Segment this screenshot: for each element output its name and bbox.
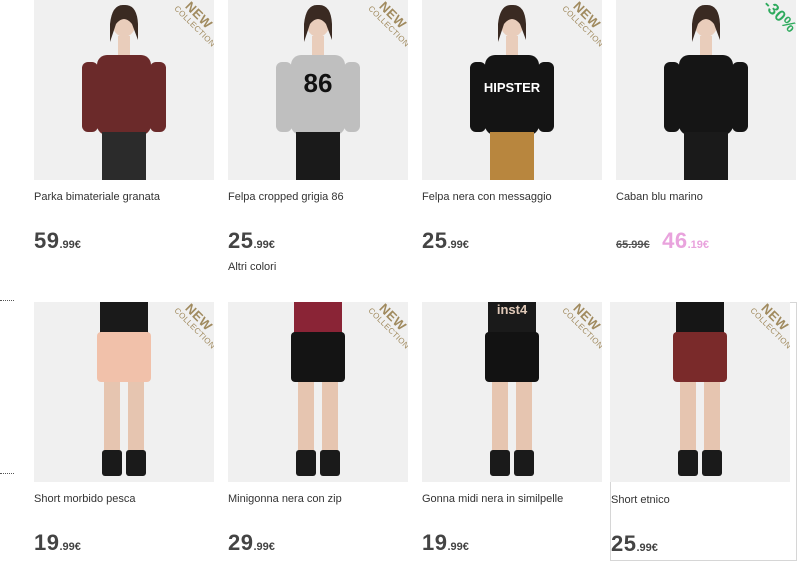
product-image[interactable]: inst4 NEW COLLECTION* <box>422 302 602 482</box>
product-image[interactable]: NEW COLLECTION* <box>228 302 408 482</box>
product-price: 19.99€ <box>422 530 469 556</box>
price-integer: 19 <box>422 530 448 555</box>
print-text: 86 <box>304 68 333 98</box>
product-name[interactable]: Gonna midi nera in similpelle <box>422 493 563 505</box>
price-decimal: .99€ <box>59 239 81 251</box>
product-image[interactable]: 86 NEW COLLECTION* <box>228 0 408 180</box>
print-text: HIPSTER <box>484 80 541 95</box>
product-card[interactable]: -30% Caban blu marino 65.99€ 46.19€ <box>616 0 796 260</box>
product-image[interactable]: NEW COLLECTION* <box>34 0 214 180</box>
product-name[interactable]: Felpa nera con messaggio <box>422 191 552 203</box>
price-integer: 25 <box>422 228 448 253</box>
product-name[interactable]: Minigonna nera con zip <box>228 493 342 505</box>
product-image[interactable]: NEW COLLECTION* <box>610 302 790 482</box>
old-price: 65.99€ <box>616 239 650 251</box>
product-name[interactable]: Felpa cropped grigia 86 <box>228 191 344 203</box>
product-price: 59.99€ <box>34 228 81 254</box>
price-integer: 59 <box>34 228 60 253</box>
price-decimal: .99€ <box>447 541 469 553</box>
price-decimal: .19€ <box>687 239 710 251</box>
product-card[interactable]: NEW COLLECTION* Short etnico 25.99€ <box>610 302 797 561</box>
price-decimal: .99€ <box>253 541 275 553</box>
product-price: 25.99€ <box>611 531 658 557</box>
price-integer: 25 <box>611 531 637 556</box>
price-integer: 29 <box>228 530 254 555</box>
product-name[interactable]: Short etnico <box>611 494 670 506</box>
product-card[interactable]: inst4 NEW COLLECTION* Gonna midi nera in… <box>422 302 602 562</box>
price-integer: 19 <box>34 530 60 555</box>
product-name[interactable]: Short morbido pesca <box>34 493 136 505</box>
price-decimal: .99€ <box>59 541 81 553</box>
price-integer: 25 <box>228 228 254 253</box>
product-image[interactable]: HIPSTER NEW COLLECTION* <box>422 0 602 180</box>
product-card[interactable]: NEW COLLECTION* Short morbido pesca 19.9… <box>34 302 214 562</box>
product-price: 19.99€ <box>34 530 81 556</box>
product-card[interactable]: HIPSTER NEW COLLECTION* Felpa nera con m… <box>422 0 602 260</box>
product-image[interactable]: -30% <box>616 0 796 180</box>
product-price: 29.99€ <box>228 530 275 556</box>
product-image[interactable]: NEW COLLECTION* <box>34 302 214 482</box>
product-name[interactable]: Caban blu marino <box>616 191 703 203</box>
price-integer: 46 <box>662 228 688 253</box>
product-price: 25.99€ <box>228 228 275 254</box>
more-colors-link[interactable]: Altri colori <box>228 261 276 273</box>
product-card[interactable]: NEW COLLECTION* Minigonna nera con zip 2… <box>228 302 408 562</box>
product-card[interactable]: 86 NEW COLLECTION* Felpa cropped grigia … <box>228 0 408 273</box>
product-price: 25.99€ <box>422 228 469 254</box>
price-decimal: .99€ <box>636 542 658 554</box>
price-decimal: .99€ <box>447 239 469 251</box>
product-grid: NEW COLLECTION* Parka bimateriale granat… <box>0 0 797 561</box>
price-decimal: .99€ <box>253 239 275 251</box>
print-text: inst4 <box>497 302 528 317</box>
product-card[interactable]: NEW COLLECTION* Parka bimateriale granat… <box>34 0 214 260</box>
product-price: 65.99€ 46.19€ <box>616 228 709 254</box>
product-name[interactable]: Parka bimateriale granata <box>34 191 160 203</box>
